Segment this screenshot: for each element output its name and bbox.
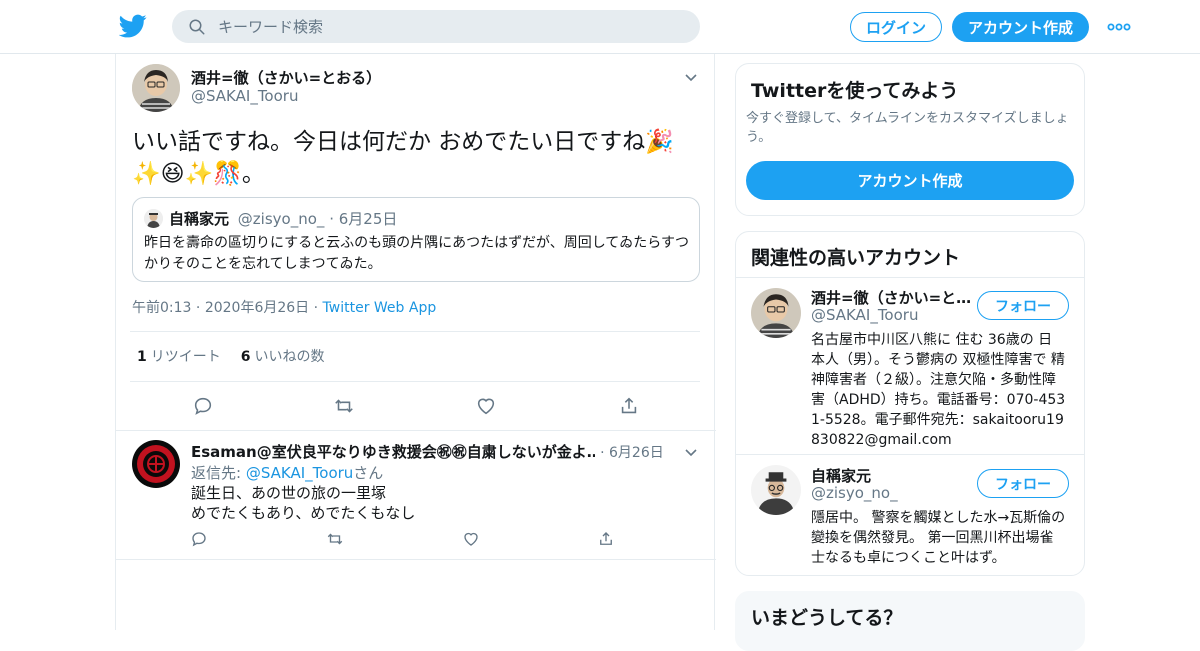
reply-to-line: 返信先: @SAKAI_Tooruさん [191, 462, 383, 483]
divider [116, 430, 716, 431]
related-account-avatar[interactable] [751, 288, 801, 338]
tweet-date[interactable]: 2020年6月26日 [205, 300, 309, 316]
tweet-source-app[interactable]: Twitter Web App [323, 300, 437, 316]
trends-card: いまどうしてる？ [735, 591, 1085, 651]
author-name[interactable]: 酒井=徹（さかい=とおる） [191, 67, 381, 88]
trends-title: いまどうしてる？ [751, 607, 903, 629]
login-button[interactable]: ログイン [850, 12, 942, 42]
author-avatar[interactable] [132, 64, 180, 112]
quote-date: 6月25日 [338, 210, 398, 228]
search-box[interactable] [172, 10, 700, 43]
tweet-text-line: ✨😆✨🎊。 [132, 161, 265, 187]
reply-text-line: めでたくもあり、めでたくもなし [191, 504, 416, 522]
divider [130, 331, 700, 332]
like-stat-label: いいねの数 [254, 349, 325, 365]
top-bar: ログイン アカウント作成 [0, 0, 1200, 54]
meta-separator: · [313, 300, 323, 316]
signup-card-subtitle: 今すぐ登録して、タイムラインをカスタマイズしましょう。 [746, 111, 1069, 145]
tweet-text: いい話ですね。今日は何だか おめでたい日ですね🎉 ✨😆✨🎊。 [132, 126, 702, 190]
related-accounts-title: 関連性の高いアカウント [751, 247, 961, 269]
reply-author-avatar[interactable] [132, 440, 180, 488]
like-count: 6 [240, 349, 251, 365]
reply-header: Esaman@室伏良平なりゆき救援会㊗㊗自粛しないが金よ… · 6月26日 [191, 441, 691, 462]
tweet-time: 午前0:13 [132, 300, 192, 316]
reply-text: 誕生日、あの世の旅の一里塚 めでたくもあり、めでたくもなし [191, 483, 415, 523]
main-column: 酒井=徹（さかい=とおる） @SAKAI_Tooru いい話ですね。今日は何だか… [115, 54, 716, 630]
related-account-handle[interactable]: @SAKAI_Tooru [811, 306, 918, 324]
retweet-icon[interactable] [333, 395, 355, 417]
divider [736, 277, 1084, 278]
retweet-count: 1 [137, 349, 147, 365]
follow-button[interactable]: フォロー [977, 469, 1069, 498]
signup-card-title: Twitterを使ってみよう [751, 80, 959, 102]
quoted-tweet[interactable]: 自稱家元 @zisyo_no_ · 6月25日 昨日を壽命の區切りにすると云ふの… [132, 197, 700, 282]
divider [736, 454, 1084, 455]
tweet-meta: 午前0:13 · 2020年6月26日 · Twitter Web App [132, 297, 436, 317]
related-account-handle[interactable]: @zisyo_no_ [811, 484, 898, 502]
quote-text: 昨日を壽命の區切りにすると云ふのも頭の片隅にあつたはずだが、周回してゐたらすつか… [144, 235, 690, 272]
quote-author-handle: @zisyo_no_ [237, 210, 325, 228]
related-accounts-card: 関連性の高いアカウント 酒井=徹（さかい=と… @SAKAI_Tooru フォロ… [735, 231, 1085, 576]
signup-card: Twitterを使ってみよう 今すぐ登録して、タイムラインをカスタマイズしましょ… [735, 63, 1085, 216]
quote-author-name: 自稱家元 [169, 210, 230, 228]
reply-icon[interactable] [192, 395, 214, 417]
reply-to-suffix: さん [353, 464, 384, 482]
divider [130, 381, 700, 382]
reply-icon[interactable] [190, 530, 208, 548]
signup-button[interactable]: アカウント作成 [952, 12, 1089, 42]
related-account-name[interactable]: 自稱家元 [811, 465, 871, 486]
more-icon[interactable] [1106, 18, 1132, 36]
retweet-stat-label: リツイート [150, 349, 221, 365]
chevron-down-icon[interactable] [684, 69, 698, 83]
author-handle[interactable]: @SAKAI_Tooru [191, 87, 298, 105]
quote-separator: · [329, 210, 339, 228]
reply-separator: · [600, 445, 609, 461]
reply-text-line: 誕生日、あの世の旅の一里塚 [191, 484, 387, 502]
divider [116, 559, 716, 560]
like-stat[interactable]: 6 いいねの数 [241, 346, 325, 366]
quote-header: 自稱家元 @zisyo_no_ · 6月25日 [169, 208, 397, 229]
tweet-stats: 1 リツイート 6 いいねの数 [137, 346, 325, 366]
share-icon[interactable] [597, 530, 615, 548]
chevron-down-icon[interactable] [684, 444, 698, 458]
like-icon[interactable] [462, 530, 480, 548]
tweet-text-line: いい話ですね。今日は何だか おめでたい日ですね🎉 [132, 129, 674, 155]
twitter-bird-icon[interactable] [118, 12, 147, 40]
related-account-bio: 名古屋市中川区八熊に 住む 36歳の 日本人（男）。そう鬱病の 双極性障害で 精… [811, 332, 1066, 448]
related-account-avatar[interactable] [751, 465, 801, 515]
related-account-name[interactable]: 酒井=徹（さかい=と… [811, 287, 971, 308]
search-input[interactable] [218, 17, 678, 36]
reply-date[interactable]: 6月26日 [609, 445, 664, 461]
retweet-icon[interactable] [326, 530, 344, 548]
reply-to-prefix: 返信先: [191, 464, 246, 482]
related-account-bio: 隱居中。 警察を觸媒とした水→瓦斯倫の變換を偶然發見。 第一回黑川杯出場雀士なる… [811, 510, 1066, 566]
reply-author-name[interactable]: Esaman@室伏良平なりゆき救援会㊗㊗自粛しないが金よ… [191, 441, 595, 462]
share-icon[interactable] [618, 395, 640, 417]
signup-card-button[interactable]: アカウント作成 [746, 161, 1074, 200]
meta-separator: · [195, 300, 205, 316]
search-icon [189, 19, 205, 34]
follow-button[interactable]: フォロー [977, 291, 1069, 320]
quote-avatar [144, 209, 163, 228]
reply-to-handle[interactable]: @SAKAI_Tooru [246, 464, 353, 482]
retweet-stat[interactable]: 1 リツイート [137, 346, 221, 366]
like-icon[interactable] [475, 395, 497, 417]
